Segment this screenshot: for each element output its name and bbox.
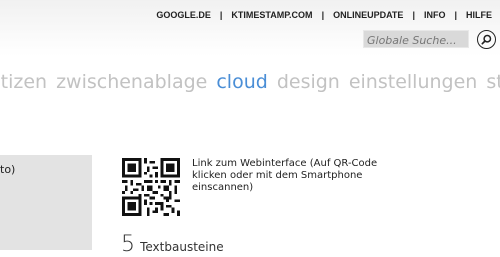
search-button[interactable] — [477, 30, 496, 49]
nav-statistik[interactable]: sta — [486, 71, 500, 93]
left-panel: to) — [0, 155, 92, 250]
main-nav: otizen zwischenablage cloud design einstellu… — [0, 71, 500, 93]
textbausteine-tile[interactable]: 5 Textbausteine — [121, 232, 224, 257]
top-links: GOOGLE.DE | KTIMESTAMP.COM | ONLINEUPDAT… — [156, 10, 492, 20]
link-google[interactable]: GOOGLE.DE — [156, 10, 211, 20]
search-input[interactable] — [364, 32, 468, 49]
nav-zwischenablage[interactable]: zwischenablage — [56, 71, 207, 93]
nav-cloud[interactable]: cloud — [216, 71, 267, 93]
link-separator: | — [412, 10, 415, 20]
global-search — [363, 30, 469, 49]
textbausteine-label: Textbausteine — [140, 240, 224, 254]
search-icon — [481, 34, 492, 45]
textbausteine-count: 5 — [121, 232, 135, 257]
qr-caption: Link zum Webinterface (Auf QR-Code klick… — [192, 158, 392, 194]
link-hilfe[interactable]: HILFE — [466, 10, 492, 20]
link-separator: | — [321, 10, 325, 20]
header-bar: GOOGLE.DE | KTIMESTAMP.COM | ONLINEUPDAT… — [0, 0, 500, 56]
link-separator: | — [454, 10, 457, 20]
link-ktimestamp[interactable]: KTIMESTAMP.COM — [231, 10, 312, 20]
qr-code[interactable] — [122, 158, 180, 216]
link-info[interactable]: INFO — [424, 10, 446, 20]
nav-design[interactable]: design — [277, 71, 340, 93]
nav-einstellungen[interactable]: einstellungen — [349, 71, 477, 93]
qr-caption-line: Link zum Webinterface (Auf QR-Code — [192, 158, 378, 169]
link-onlineupdate[interactable]: ONLINEUPDATE — [333, 10, 403, 20]
link-separator: | — [219, 10, 223, 20]
nav-notizen[interactable]: otizen — [0, 71, 47, 93]
left-panel-text: to) — [0, 163, 16, 176]
qr-caption-line: einscannen) — [192, 182, 254, 193]
qr-caption-line: klicken oder mit dem Smartphone — [192, 170, 363, 181]
